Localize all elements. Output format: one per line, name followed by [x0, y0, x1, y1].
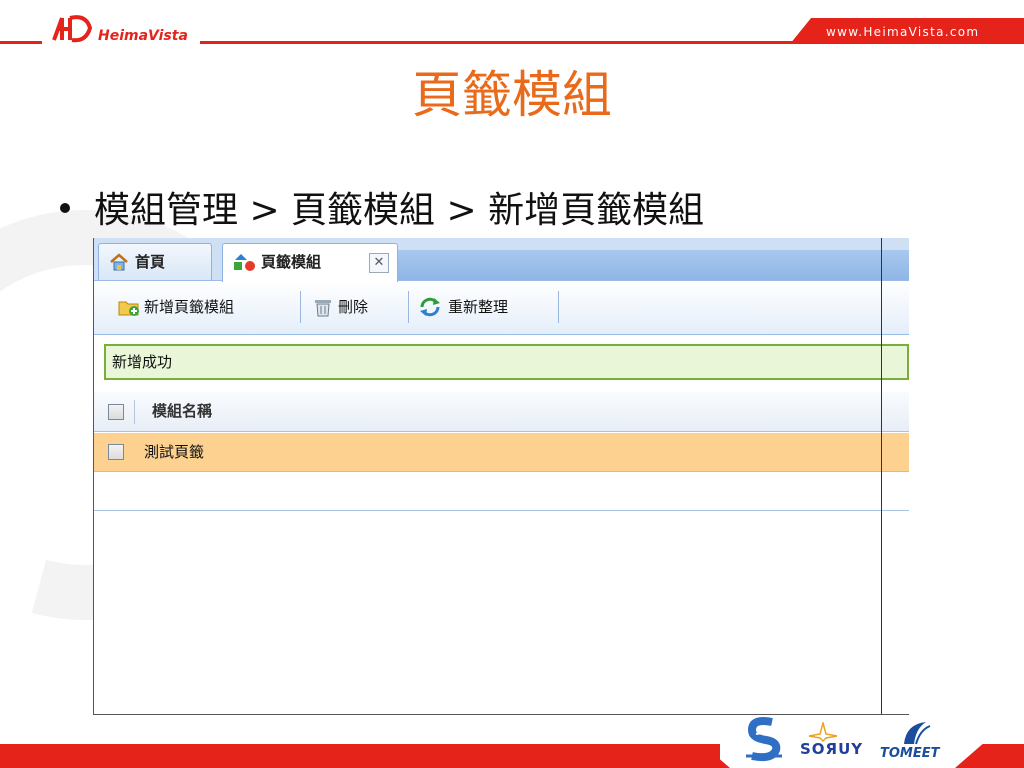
row-checkbox[interactable]	[108, 444, 124, 460]
star-icon	[808, 722, 838, 742]
partner-soruy-logo: SOЯUY	[800, 722, 870, 762]
logo-text: HeimaVista	[98, 28, 188, 44]
refresh-button[interactable]: 重新整理	[418, 291, 559, 323]
table-row[interactable]: 測試頁籤	[94, 433, 909, 472]
delete-button[interactable]: 刪除	[312, 291, 409, 323]
footer-bar-left	[0, 744, 720, 768]
partner-soruy-text: SOЯUY	[800, 740, 864, 758]
grid-header: 模組名稱	[94, 392, 909, 432]
tab-home[interactable]: 首頁	[98, 243, 212, 280]
home-icon	[110, 253, 128, 271]
partner-s-logo	[742, 716, 788, 764]
header-rule	[200, 41, 820, 44]
delete-button-label: 刪除	[338, 298, 369, 316]
column-header-module-name[interactable]: 模組名稱	[152, 392, 212, 431]
partner-tomeet-text: TOMEET	[880, 746, 940, 761]
partner-s-icon	[746, 717, 782, 762]
partner-tomeet-logo: TOMEET	[880, 718, 950, 764]
close-icon[interactable]: ✕	[369, 253, 389, 273]
app-screenshot: 首頁 頁籤模組 ✕ 新增頁籤模組 刪除 重新整理 新增成功 模組名稱 測試頁籤	[93, 238, 909, 715]
refresh-icon	[420, 297, 440, 317]
bullet-icon	[60, 203, 70, 213]
folder-add-icon	[118, 301, 139, 316]
row-module-name: 測試頁籤	[144, 443, 205, 461]
tab-module-label: 頁籤模組	[261, 253, 322, 271]
trash-icon	[315, 300, 331, 317]
refresh-button-label: 重新整理	[448, 298, 509, 316]
tomeet-swoosh-icon	[904, 722, 931, 745]
breadcrumb-bullet: 模組管理 > 頁籤模組 > 新增頁籤模組	[60, 186, 704, 236]
add-tab-module-button[interactable]: 新增頁籤模組	[118, 291, 301, 323]
column-divider	[134, 400, 135, 424]
tab-home-label: 首頁	[135, 253, 166, 271]
tab-bar-strip	[309, 250, 909, 280]
select-all-checkbox[interactable]	[108, 404, 124, 420]
tab-tab-module[interactable]: 頁籤模組 ✕	[222, 243, 398, 282]
heimavista-logo: HeimaVista	[50, 10, 200, 48]
slide-title: 頁籤模組	[412, 66, 612, 124]
footer-bar-right	[955, 744, 1024, 768]
header-rule-left	[0, 41, 42, 44]
table-row-empty	[94, 472, 909, 511]
breadcrumb-text: 模組管理 > 頁籤模組 > 新增頁籤模組	[94, 190, 705, 231]
tab-bar: 首頁 頁籤模組 ✕	[94, 238, 909, 282]
hv-logo-icon	[52, 15, 93, 43]
success-message: 新增成功	[104, 344, 909, 380]
toolbar: 新增頁籤模組 刪除 重新整理	[94, 281, 909, 335]
add-button-label: 新增頁籤模組	[144, 298, 235, 316]
module-icon	[234, 254, 255, 271]
header-url: www.HeimaVista.com	[826, 25, 980, 39]
screenshot-border	[881, 238, 882, 714]
